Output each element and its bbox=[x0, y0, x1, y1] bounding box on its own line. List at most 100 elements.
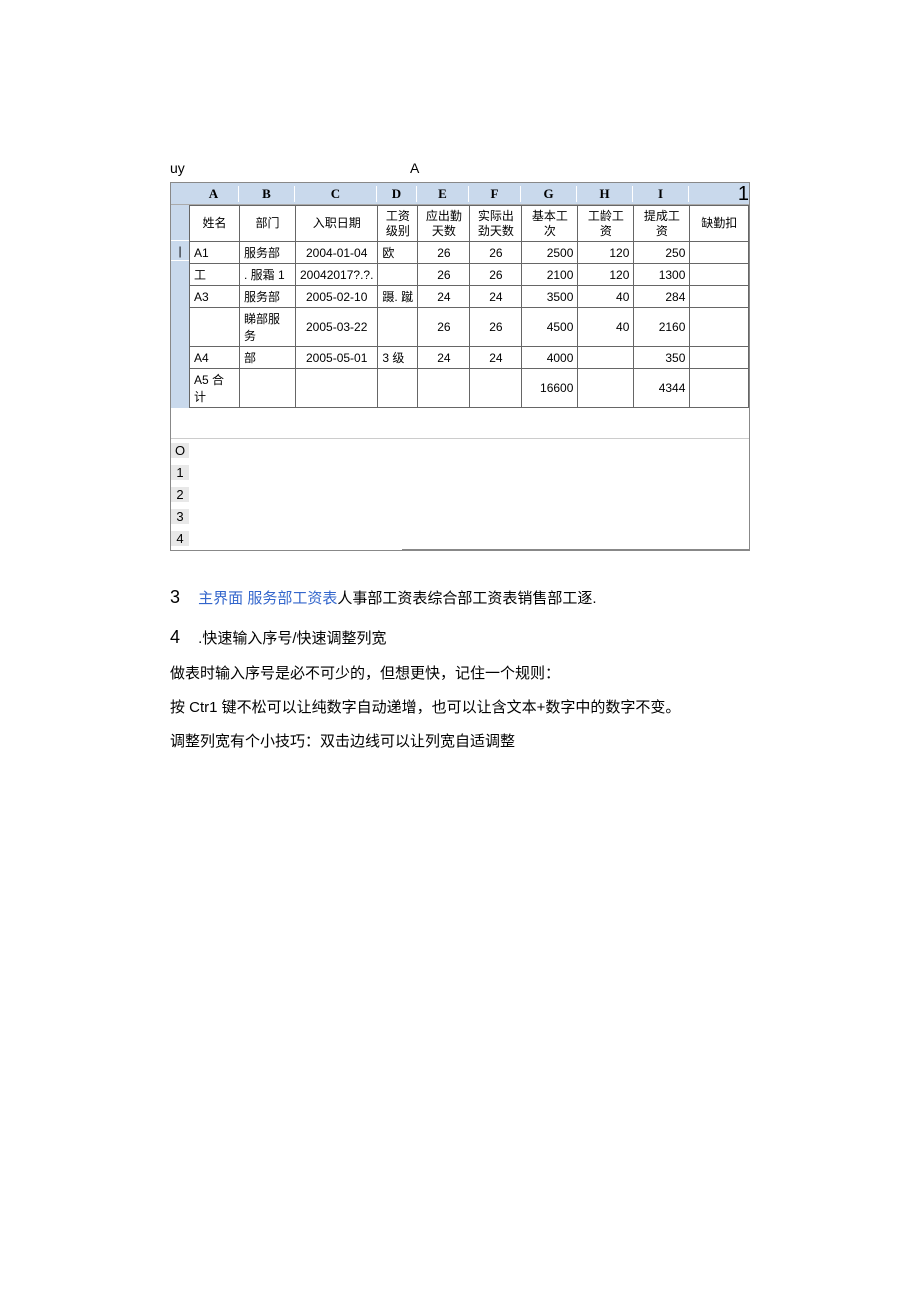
cell-level[interactable] bbox=[378, 369, 418, 408]
cell-senior[interactable]: 120 bbox=[578, 242, 634, 264]
th-expected-days[interactable]: 应出勤天数 bbox=[418, 206, 470, 242]
col-header-B[interactable]: B bbox=[239, 186, 295, 202]
th-name[interactable]: 姓名 bbox=[190, 206, 240, 242]
cell-date[interactable] bbox=[296, 369, 378, 408]
cell-actdays[interactable]: 24 bbox=[470, 286, 522, 308]
cell-expdays[interactable]: 24 bbox=[418, 347, 470, 369]
th-actual-days[interactable]: 实际出劲天数 bbox=[470, 206, 522, 242]
cell-level[interactable]: 3 级 bbox=[378, 347, 418, 369]
cell-base[interactable]: 4000 bbox=[522, 347, 578, 369]
salary-table: 姓名 部门 入职日期 工资级别 应出勤天数 实际出劲天数 基本工次 工龄工资 提… bbox=[189, 205, 749, 408]
cell-name[interactable]: A4 bbox=[190, 347, 240, 369]
th-dept[interactable]: 部门 bbox=[240, 206, 296, 242]
paragraph-3: 3 主界面 服务部工资表人事部工资表综合部工资表销售部工逐. bbox=[170, 579, 750, 615]
cell-comm[interactable]: 1300 bbox=[634, 264, 690, 286]
th-level[interactable]: 工资级别 bbox=[378, 206, 418, 242]
cell-level[interactable] bbox=[378, 308, 418, 347]
table-row[interactable]: 睇部服务 2005-03-22 26 26 4500 40 2160 bbox=[190, 308, 749, 347]
cell-expdays[interactable]: 26 bbox=[418, 242, 470, 264]
cell-name[interactable] bbox=[190, 308, 240, 347]
cell-dept[interactable]: 服务部 bbox=[240, 242, 296, 264]
cell-level[interactable]: 蹑. 蹴 bbox=[378, 286, 418, 308]
list-index-4: 4 bbox=[170, 619, 194, 655]
cell-date[interactable]: 20042017?.?. bbox=[296, 264, 378, 286]
cell-expdays[interactable] bbox=[418, 369, 470, 408]
cell-name[interactable]: A5 合计 bbox=[190, 369, 240, 408]
cell-senior[interactable] bbox=[578, 347, 634, 369]
cell-base[interactable]: 2100 bbox=[522, 264, 578, 286]
col-header-D[interactable]: D bbox=[377, 186, 417, 202]
table-row[interactable]: 工 . 服霜 1 20042017?.?. 26 26 2100 120 130… bbox=[190, 264, 749, 286]
cell-expdays[interactable]: 26 bbox=[418, 308, 470, 347]
label-uy: uy bbox=[170, 160, 410, 176]
col-header-I[interactable]: I bbox=[633, 186, 689, 202]
blank-rows-area: O 1 2 3 4 bbox=[171, 438, 749, 549]
th-absence-deduct[interactable]: 缺勤扣 bbox=[690, 206, 749, 242]
cell-expdays[interactable]: 24 bbox=[418, 286, 470, 308]
paragraph-ctrl-tip: 按 Ctr1 键不松可以让纯数字自动递增，也可以让含文本+数字中的数字不变。 bbox=[170, 693, 750, 723]
cell-actdays[interactable] bbox=[470, 369, 522, 408]
col-header-G[interactable]: G bbox=[521, 186, 577, 202]
cell-comm[interactable]: 284 bbox=[634, 286, 690, 308]
cell-dept[interactable] bbox=[240, 369, 296, 408]
sheet-tabs-link[interactable]: 主界面 服务部工资表 bbox=[198, 590, 337, 607]
blank-row-label[interactable]: 1 bbox=[171, 465, 189, 480]
table-row[interactable]: A4 部 2005-05-01 3 级 24 24 4000 350 bbox=[190, 347, 749, 369]
cell-level[interactable] bbox=[378, 264, 418, 286]
cell-comm[interactable]: 2160 bbox=[634, 308, 690, 347]
table-row[interactable]: A1 服务部 2004-01-04 欧 26 26 2500 120 250 bbox=[190, 242, 749, 264]
col-header-A[interactable]: A bbox=[189, 186, 239, 202]
cell-comm[interactable]: 4344 bbox=[634, 369, 690, 408]
cell-deduct[interactable] bbox=[690, 264, 749, 286]
cell-senior[interactable]: 40 bbox=[578, 286, 634, 308]
cell-senior[interactable]: 40 bbox=[578, 308, 634, 347]
cell-date[interactable]: 2005-03-22 bbox=[296, 308, 378, 347]
cell-deduct[interactable] bbox=[690, 347, 749, 369]
cell-dept[interactable]: 服务部 bbox=[240, 286, 296, 308]
column-headers-row: A B C D E F G H I bbox=[171, 183, 749, 205]
col-header-F[interactable]: F bbox=[469, 186, 521, 202]
cell-deduct[interactable] bbox=[690, 242, 749, 264]
th-base-salary[interactable]: 基本工次 bbox=[522, 206, 578, 242]
cell-senior[interactable] bbox=[578, 369, 634, 408]
cell-actdays[interactable]: 24 bbox=[470, 347, 522, 369]
cell-actdays[interactable]: 26 bbox=[470, 308, 522, 347]
cell-dept[interactable]: . 服霜 1 bbox=[240, 264, 296, 286]
cell-comm[interactable]: 250 bbox=[634, 242, 690, 264]
cell-actdays[interactable]: 26 bbox=[470, 264, 522, 286]
col-header-H[interactable]: H bbox=[577, 186, 633, 202]
blank-row-label[interactable]: O bbox=[171, 443, 189, 458]
blank-row-label[interactable]: 3 bbox=[171, 509, 189, 524]
cell-deduct[interactable] bbox=[690, 286, 749, 308]
cell-expdays[interactable]: 26 bbox=[418, 264, 470, 286]
cell-date[interactable]: 2005-02-10 bbox=[296, 286, 378, 308]
cell-dept[interactable]: 部 bbox=[240, 347, 296, 369]
cell-base[interactable]: 3500 bbox=[522, 286, 578, 308]
cell-name[interactable]: A1 bbox=[190, 242, 240, 264]
cell-senior[interactable]: 120 bbox=[578, 264, 634, 286]
cell-deduct[interactable] bbox=[690, 308, 749, 347]
row-headers-gutter: | bbox=[171, 205, 189, 408]
blank-row-label[interactable]: 2 bbox=[171, 487, 189, 502]
table-row-total[interactable]: A5 合计 16600 4344 bbox=[190, 369, 749, 408]
cell-dept[interactable]: 睇部服务 bbox=[240, 308, 296, 347]
cell-base[interactable]: 4500 bbox=[522, 308, 578, 347]
col-header-C[interactable]: C bbox=[295, 186, 377, 202]
cell-deduct[interactable] bbox=[690, 369, 749, 408]
cell-date[interactable]: 2005-05-01 bbox=[296, 347, 378, 369]
cell-actdays[interactable]: 26 bbox=[470, 242, 522, 264]
blank-row-label[interactable]: 4 bbox=[171, 531, 189, 546]
th-seniority-salary[interactable]: 工龄工资 bbox=[578, 206, 634, 242]
col-header-E[interactable]: E bbox=[417, 186, 469, 202]
cell-base[interactable]: 16600 bbox=[522, 369, 578, 408]
cell-base[interactable]: 2500 bbox=[522, 242, 578, 264]
table-row[interactable]: A3 服务部 2005-02-10 蹑. 蹴 24 24 3500 40 284 bbox=[190, 286, 749, 308]
th-hiredate[interactable]: 入职日期 bbox=[296, 206, 378, 242]
cell-date[interactable]: 2004-01-04 bbox=[296, 242, 378, 264]
cell-name[interactable]: A3 bbox=[190, 286, 240, 308]
cell-level[interactable]: 欧 bbox=[378, 242, 418, 264]
cell-name[interactable]: 工 bbox=[190, 264, 240, 286]
cell-comm[interactable]: 350 bbox=[634, 347, 690, 369]
th-commission[interactable]: 提成工资 bbox=[634, 206, 690, 242]
row-gutter-1[interactable]: | bbox=[171, 241, 189, 261]
